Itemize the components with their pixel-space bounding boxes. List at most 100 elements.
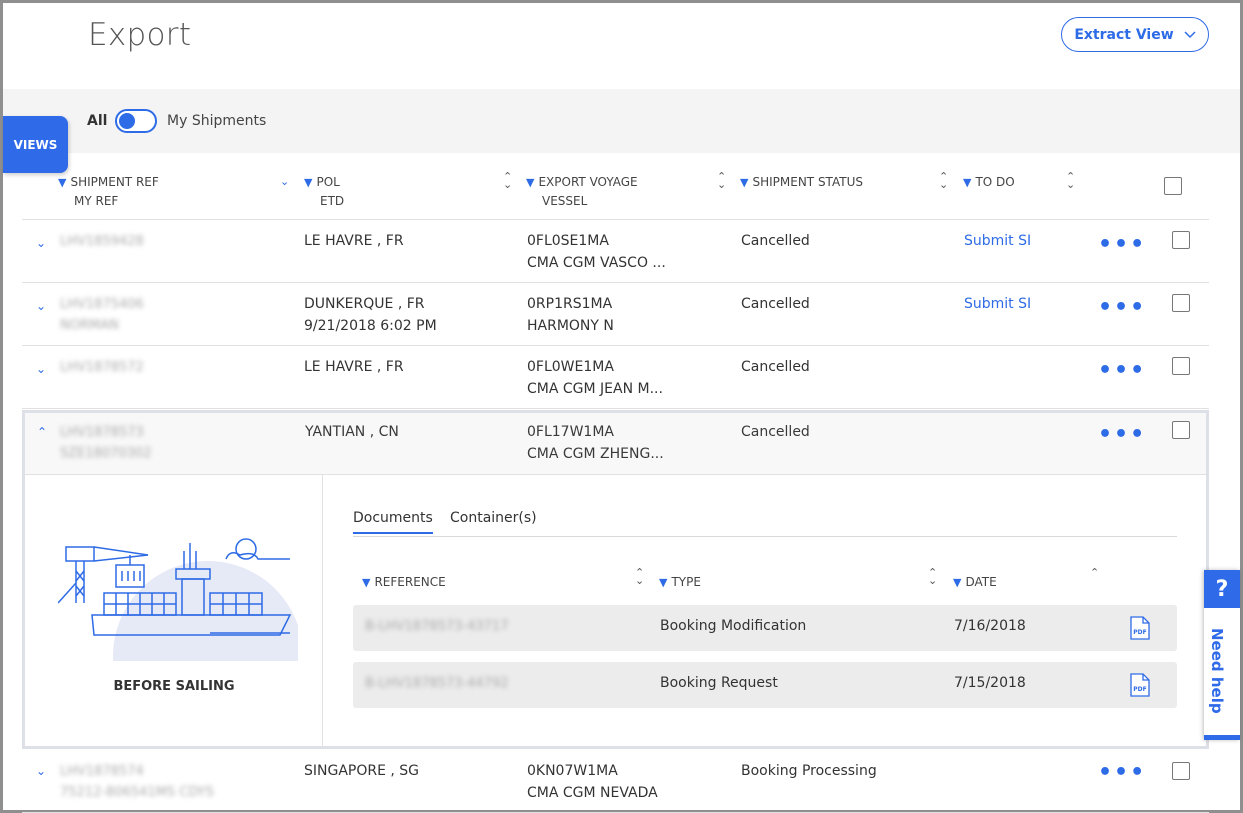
col-shipment-ref[interactable]: ▼ SHIPMENT REF MY REF xyxy=(58,173,159,210)
extract-view-label: Extract View xyxy=(1074,26,1174,43)
svg-text:PDF: PDF xyxy=(1133,629,1146,636)
col-voyage-label: EXPORT VOYAGE xyxy=(538,175,638,189)
voyage: 0RP1RS1MA xyxy=(527,296,613,312)
col-voyage[interactable]: ▼ EXPORT VOYAGE VESSEL xyxy=(526,173,638,210)
col-todo[interactable]: ▼ TO DO xyxy=(963,173,1015,192)
row-checkbox[interactable] xyxy=(1172,421,1190,439)
page-title: Export xyxy=(88,17,192,53)
table-row[interactable]: ⌃ LHV1878573 SZE18070302 YANTIAN , CN 0F… xyxy=(25,413,1206,475)
voyage: 0FL0WE1MA xyxy=(527,359,614,375)
chevron-up-icon[interactable]: ⌃ xyxy=(1090,567,1099,578)
more-options-icon[interactable]: ••• xyxy=(1098,760,1146,785)
row-checkbox[interactable] xyxy=(1172,357,1190,375)
expanded-row: ⌃ LHV1878573 SZE18070302 YANTIAN , CN 0F… xyxy=(22,410,1209,749)
sort-icon[interactable]: ⌃ ⌄ xyxy=(939,171,948,190)
toggle-my-shipments-label: My Shipments xyxy=(167,113,267,129)
chevron-up-icon[interactable]: ⌃ xyxy=(37,425,47,439)
row-checkbox[interactable] xyxy=(1172,231,1190,249)
voyage: 0FL17W1MA xyxy=(527,424,614,440)
filter-icon[interactable]: ▼ xyxy=(362,576,370,589)
chevron-down-icon[interactable]: ⌄ xyxy=(36,236,46,250)
status: Booking Processing xyxy=(741,763,877,779)
filter-icon[interactable]: ▼ xyxy=(953,576,961,589)
doc-col-type[interactable]: ▼ TYPE xyxy=(659,575,701,589)
sort-icon[interactable]: ⌃ ⌄ xyxy=(503,171,512,190)
more-options-icon[interactable]: ••• xyxy=(1098,358,1146,383)
shipment-ref[interactable]: LHV1878573 xyxy=(60,425,144,440)
submit-si-link[interactable]: Submit SI xyxy=(964,296,1031,312)
shipment-ref[interactable]: LHV1859428 xyxy=(60,234,144,249)
row-checkbox[interactable] xyxy=(1172,294,1190,312)
col-status-label: SHIPMENT STATUS xyxy=(752,175,863,189)
stage-label: BEFORE SAILING xyxy=(113,679,235,694)
need-help-label[interactable]: Need help xyxy=(1208,628,1226,714)
vessel: HARMONY N xyxy=(527,318,614,334)
need-help-widget[interactable]: ? Need help xyxy=(1204,570,1240,740)
col-etd-label: ETD xyxy=(320,194,345,208)
chevron-down-icon[interactable]: ⌄ xyxy=(36,362,46,376)
document-row[interactable]: B-LHV1878573-44792 Booking Request 7/15/… xyxy=(353,662,1177,708)
more-options-icon[interactable]: ••• xyxy=(1098,422,1146,447)
chevron-down-icon xyxy=(1184,30,1196,38)
filter-icon[interactable]: ▼ xyxy=(963,176,971,189)
chevron-down-icon[interactable]: ⌄ xyxy=(36,299,46,313)
more-options-icon[interactable]: ••• xyxy=(1098,295,1146,320)
shipment-ref[interactable]: LHV1878574 xyxy=(60,764,144,779)
shipment-ref[interactable]: LHV1875406 xyxy=(60,297,144,312)
col-todo-label: TO DO xyxy=(975,175,1015,189)
my-ref: NORMAN xyxy=(60,318,119,333)
filter-icon[interactable]: ▼ xyxy=(58,176,66,189)
sort-icon[interactable]: ⌃ ⌄ xyxy=(928,567,937,586)
col-vessel-label: VESSEL xyxy=(542,194,588,208)
extract-view-button[interactable]: Extract View xyxy=(1061,17,1209,52)
filter-icon[interactable]: ▼ xyxy=(740,176,748,189)
shipments-toggle[interactable] xyxy=(115,109,157,133)
col-pol[interactable]: ▼ POL ETD xyxy=(304,173,344,210)
pol: DUNKERQUE , FR xyxy=(304,296,425,312)
pdf-icon[interactable]: PDF xyxy=(1130,616,1150,640)
tab-containers[interactable]: Container(s) xyxy=(450,510,537,532)
pdf-icon[interactable]: PDF xyxy=(1130,673,1150,697)
row-checkbox[interactable] xyxy=(1172,762,1190,780)
doc-col-reference[interactable]: ▼ REFERENCE xyxy=(362,575,446,589)
table-row[interactable]: ⌄ LHV1878574 75212-806541MS CDYS SINGAPO… xyxy=(22,750,1209,813)
doc-col-date[interactable]: ▼ DATE xyxy=(953,575,997,589)
chevron-down-icon[interactable]: ⌄ xyxy=(36,764,46,778)
pol: LE HAVRE , FR xyxy=(304,359,404,375)
status: Cancelled xyxy=(741,233,810,249)
tab-documents[interactable]: Documents xyxy=(353,510,433,534)
doc-date: 7/15/2018 xyxy=(954,675,1026,691)
vessel: CMA CGM JEAN M... xyxy=(527,381,663,397)
table-row[interactable]: ⌄ LHV1878572 LE HAVRE , FR 0FL0WE1MA CMA… xyxy=(22,346,1209,409)
voyage: 0KN07W1MA xyxy=(527,763,618,779)
my-ref: SZE18070302 xyxy=(60,446,152,461)
sort-icon[interactable]: ⌃ ⌄ xyxy=(1066,171,1075,190)
table-row[interactable]: ⌄ LHV1875406 NORMAN DUNKERQUE , FR 9/21/… xyxy=(22,283,1209,346)
doc-reference: B-LHV1878573-44792 xyxy=(365,676,509,691)
ship-before-sailing-icon xyxy=(58,538,298,661)
status: Cancelled xyxy=(741,424,810,440)
doc-type: Booking Modification xyxy=(660,618,807,634)
table-header: ▼ SHIPMENT REF MY REF ⌄ ▼ POL ETD ⌃ ⌄ ▼ EXPO… xyxy=(22,153,1209,220)
doc-date: 7/16/2018 xyxy=(954,618,1026,634)
status: Cancelled xyxy=(741,296,810,312)
sort-icon[interactable]: ⌃ ⌄ xyxy=(717,171,726,190)
document-row[interactable]: B-LHV1878573-43717 Booking Modification … xyxy=(353,605,1177,651)
chevron-down-icon[interactable]: ⌄ xyxy=(280,176,289,187)
select-all-checkbox[interactable] xyxy=(1164,177,1182,195)
pol: SINGAPORE , SG xyxy=(304,763,420,779)
submit-si-link[interactable]: Submit SI xyxy=(964,233,1031,249)
status: Cancelled xyxy=(741,359,810,375)
doc-col-date-label: DATE xyxy=(965,575,997,589)
help-icon[interactable]: ? xyxy=(1204,570,1240,608)
table-row[interactable]: ⌄ LHV1859428 LE HAVRE , FR 0FL0SE1MA CMA… xyxy=(22,220,1209,283)
col-status[interactable]: ▼ SHIPMENT STATUS xyxy=(740,173,863,192)
filter-icon[interactable]: ▼ xyxy=(659,576,667,589)
filter-icon[interactable]: ▼ xyxy=(526,176,534,189)
more-options-icon[interactable]: ••• xyxy=(1098,232,1146,257)
sort-icon[interactable]: ⌃ ⌄ xyxy=(635,567,644,586)
vessel: CMA CGM ZHENG... xyxy=(527,446,664,462)
filter-icon[interactable]: ▼ xyxy=(304,176,312,189)
shipment-ref[interactable]: LHV1878572 xyxy=(60,360,144,375)
col-my-ref-label: MY REF xyxy=(74,194,119,208)
